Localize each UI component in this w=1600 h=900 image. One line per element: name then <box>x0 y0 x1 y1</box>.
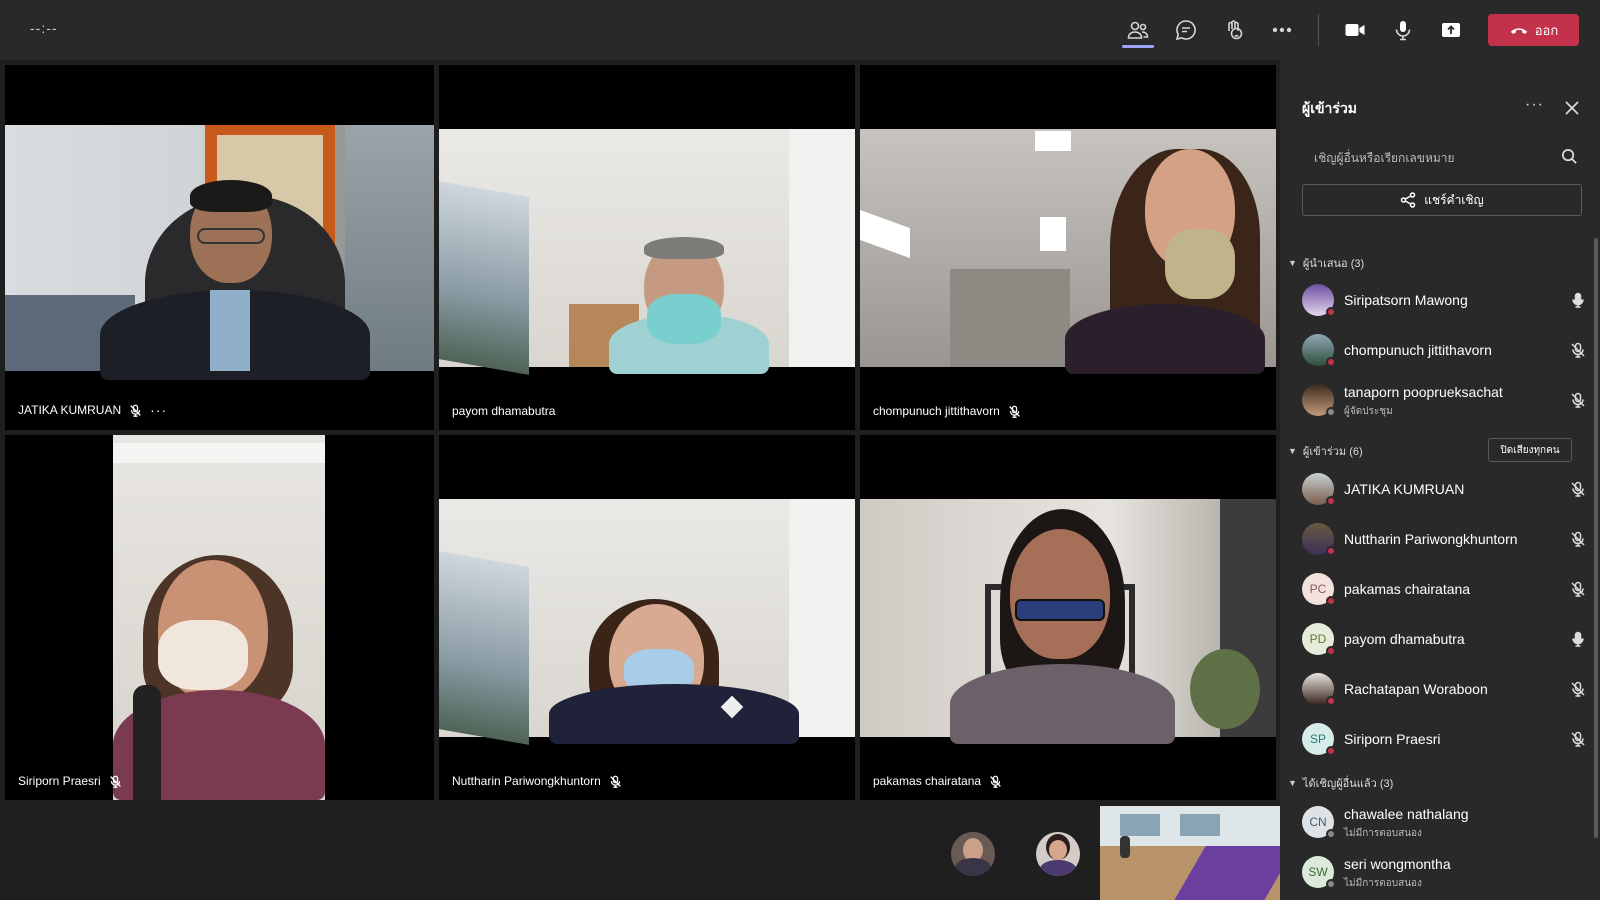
mute-all-button[interactable]: ปิดเสียงทุกคน <box>1488 438 1572 462</box>
tile-name-label: payom dhamabutra <box>452 404 556 418</box>
avatar <box>1302 473 1336 506</box>
status-dot <box>1326 496 1336 506</box>
tile-name-label: Nuttharin Pariwongkhuntorn <box>452 774 622 788</box>
room-video-thumbnail[interactable] <box>1100 806 1280 900</box>
avatar: PC <box>1302 573 1336 606</box>
avatar: SW <box>1302 856 1336 889</box>
participant-row[interactable]: PD payom dhamabutra <box>1302 617 1584 661</box>
participant-video <box>860 499 1276 744</box>
caret-down-icon: ▼ <box>1288 258 1297 268</box>
tile-more-icon[interactable]: ··· <box>150 402 167 418</box>
avatar: PD <box>1302 623 1336 656</box>
search-icon[interactable] <box>1561 148 1578 165</box>
participant-row[interactable]: Nuttharin Pariwongkhuntorn <box>1302 517 1584 561</box>
video-tile[interactable]: JATIKA KUMRUAN ··· <box>5 65 434 430</box>
avatar <box>1302 673 1336 706</box>
participant-row[interactable]: JATIKA KUMRUAN <box>1302 467 1584 511</box>
mic-off-icon[interactable] <box>1570 681 1586 697</box>
reactions-icon[interactable] <box>1218 14 1250 46</box>
section-presenters[interactable]: ▼ ผู้นำเสนอ (3) <box>1288 254 1364 272</box>
phone-hangup-icon <box>1510 28 1527 34</box>
participant-video <box>439 129 855 375</box>
participant-row[interactable]: tanaporn pooprueksachat ผู้จัดประชุม <box>1302 378 1584 422</box>
participant-avatar-thumbnail[interactable] <box>1036 832 1080 876</box>
status-dot <box>1326 746 1336 756</box>
status-dot <box>1326 407 1336 417</box>
toolbar-divider <box>1318 14 1319 46</box>
status-dot <box>1326 546 1336 556</box>
avatar <box>1302 384 1336 417</box>
participant-video <box>5 125 434 380</box>
more-icon[interactable] <box>1266 14 1298 46</box>
section-invited[interactable]: ▼ ได้เชิญผู้อื่นแล้ว (3) <box>1288 774 1393 792</box>
participant-row[interactable]: Siripatsorn Mawong <box>1302 278 1584 322</box>
participant-video <box>439 499 855 745</box>
leave-button[interactable]: ออก <box>1488 14 1579 46</box>
mic-off-icon[interactable] <box>1570 342 1586 358</box>
participant-row[interactable]: CN chawalee nathalang ไม่มีการตอบสนอง <box>1302 800 1584 844</box>
participant-row[interactable]: SW seri wongmontha ไม่มีการตอบสนอง <box>1302 850 1584 894</box>
mic-off-icon[interactable] <box>1570 731 1586 747</box>
video-tile[interactable]: Siriporn Praesri <box>5 435 434 800</box>
caret-down-icon: ▼ <box>1288 778 1297 788</box>
mic-off-icon[interactable] <box>1570 581 1586 597</box>
panel-more-icon[interactable]: ··· <box>1525 96 1544 114</box>
participant-row[interactable]: SP Siriporn Praesri <box>1302 717 1584 761</box>
panel-scrollbar[interactable] <box>1594 238 1598 838</box>
status-dot <box>1326 879 1336 889</box>
mic-off-icon <box>129 404 142 417</box>
status-dot <box>1326 357 1336 367</box>
mic-off-icon <box>1008 405 1021 418</box>
section-attendees[interactable]: ▼ ผู้เข้าร่วม (6) <box>1288 442 1363 460</box>
participant-row[interactable]: Rachatapan Woraboon <box>1302 667 1584 711</box>
tile-name-label: pakamas chairatana <box>873 774 1002 788</box>
participant-avatar-thumbnail[interactable] <box>951 832 995 876</box>
participant-video <box>860 129 1276 374</box>
tile-name-label: JATIKA KUMRUAN ··· <box>18 402 168 418</box>
camera-icon[interactable] <box>1339 14 1371 46</box>
status-dot <box>1326 307 1336 317</box>
mic-icon[interactable] <box>1387 14 1419 46</box>
invite-search-input[interactable]: เชิญผู้อื่นหรือเรียกเลขหมาย <box>1302 142 1584 172</box>
status-dot <box>1326 646 1336 656</box>
mic-off-icon[interactable] <box>1570 392 1586 408</box>
participant-video <box>113 435 325 800</box>
mic-off-icon[interactable] <box>1570 531 1586 547</box>
tile-name-label: chompunuch jittithavorn <box>873 404 1021 418</box>
avatar <box>1302 284 1336 317</box>
meeting-toolbar: --:-- ออก <box>0 0 1600 60</box>
video-tile[interactable]: chompunuch jittithavorn <box>860 65 1276 430</box>
video-tile[interactable]: payom dhamabutra <box>439 65 855 430</box>
avatar: CN <box>1302 806 1336 839</box>
share-tray-icon[interactable] <box>1435 14 1467 46</box>
video-tile[interactable]: pakamas chairatana <box>860 435 1276 800</box>
search-placeholder: เชิญผู้อื่นหรือเรียกเลขหมาย <box>1314 151 1455 165</box>
status-dot <box>1326 596 1336 606</box>
mic-on-icon[interactable] <box>1570 292 1586 308</box>
status-dot <box>1326 696 1336 706</box>
share-icon <box>1400 192 1416 208</box>
participants-panel: ผู้เข้าร่วม ··· เชิญผู้อื่นหรือเรียกเลขห… <box>1280 60 1600 900</box>
panel-title: ผู้เข้าร่วม <box>1302 100 1358 116</box>
mic-off-icon <box>109 775 122 788</box>
share-invite-button[interactable]: แชร์คำเชิญ <box>1302 184 1582 216</box>
avatar <box>1302 523 1336 556</box>
mic-off-icon <box>609 775 622 788</box>
mic-off-icon <box>989 775 1002 788</box>
people-icon[interactable] <box>1122 14 1154 48</box>
leave-label: ออก <box>1534 22 1559 38</box>
mic-on-icon[interactable] <box>1570 631 1586 647</box>
chat-icon[interactable] <box>1170 14 1202 46</box>
close-icon[interactable] <box>1564 100 1580 116</box>
status-dot <box>1326 829 1336 839</box>
tile-name-label: Siriporn Praesri <box>18 774 122 788</box>
participant-row[interactable]: PC pakamas chairatana <box>1302 567 1584 611</box>
avatar <box>1302 334 1336 367</box>
mic-off-icon[interactable] <box>1570 481 1586 497</box>
participant-row[interactable]: chompunuch jittithavorn <box>1302 328 1584 372</box>
video-tile[interactable]: Nuttharin Pariwongkhuntorn <box>439 435 855 800</box>
caret-down-icon: ▼ <box>1288 446 1297 456</box>
meeting-timer: --:-- <box>30 20 58 36</box>
avatar: SP <box>1302 723 1336 756</box>
